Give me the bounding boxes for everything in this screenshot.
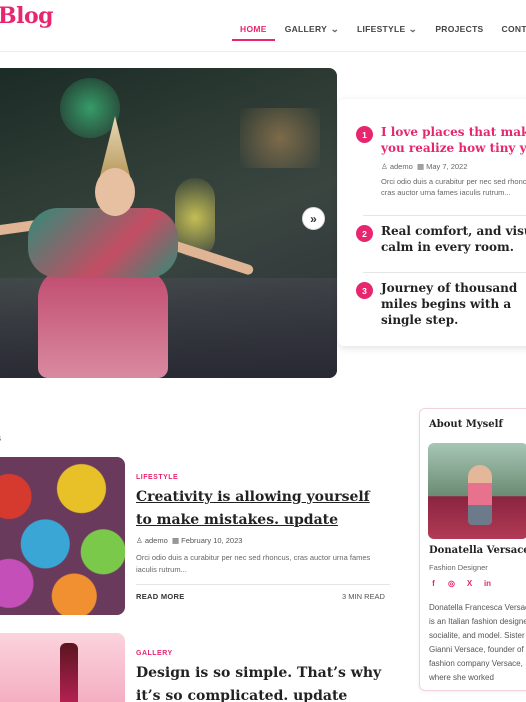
- slider-next-button[interactable]: »: [302, 207, 325, 230]
- site-header: Blog . HOME GALLERY⌄ LIFESTYLE⌄ PROJECTS…: [0, 0, 526, 52]
- instagram-icon[interactable]: ◎: [447, 579, 456, 588]
- user-icon: ♙: [381, 162, 388, 171]
- author-name: Donatella Versace: [429, 545, 526, 556]
- bokeh-light: [60, 78, 120, 138]
- calendar-icon: ▦: [416, 162, 425, 171]
- post-date: February 10, 2023: [181, 536, 243, 545]
- calendar-icon: ▦: [171, 536, 180, 545]
- post-thumbnail[interactable]: [0, 457, 125, 615]
- main-nav: HOME GALLERY⌄ LIFESTYLE⌄ PROJECTS CONTAC…: [232, 19, 526, 41]
- nav-label: PROJECTS: [435, 24, 484, 34]
- trending-excerpt: Orci odio duis a curabitur per nec sed r…: [381, 177, 526, 197]
- trending-posts-panel: 1 I love places that make you realize ho…: [338, 99, 526, 346]
- about-widget: About Myself Donatella Versace Fashion D…: [419, 408, 526, 691]
- nav-label: GALLERY: [284, 24, 328, 34]
- dancer-skirt: [38, 268, 168, 378]
- post-title[interactable]: Creativity is allowing yourself to make …: [136, 486, 386, 532]
- wine-bottle: [60, 643, 78, 702]
- author-role: Fashion Designer: [429, 563, 488, 572]
- trending-title[interactable]: Journey of thousand miles begins with a …: [381, 280, 526, 328]
- section-heading: ts: [0, 433, 1, 443]
- x-twitter-icon[interactable]: X: [465, 579, 474, 588]
- chevron-down-icon: ⌄: [408, 23, 419, 34]
- bokeh-light: [240, 108, 320, 168]
- user-icon: ♙: [136, 536, 143, 545]
- post-category[interactable]: GALLERY: [136, 650, 173, 657]
- nav-label: LIFESTYLE: [356, 24, 406, 34]
- nav-item-projects[interactable]: PROJECTS: [435, 19, 483, 39]
- post-thumbnail[interactable]: [0, 633, 125, 702]
- post-meta: ♙ ademo ▦ May 7, 2022: [381, 162, 467, 171]
- site-logo[interactable]: Blog: [0, 3, 54, 29]
- chevron-down-icon: ⌄: [330, 23, 340, 34]
- dancer-costume: [28, 208, 178, 278]
- facebook-icon[interactable]: f: [429, 579, 438, 588]
- dancer-face: [95, 168, 135, 216]
- nav-item-contact[interactable]: CONTACT: [502, 19, 526, 39]
- divider: [363, 272, 526, 273]
- read-time: 3 MIN READ: [342, 592, 385, 601]
- nav-label: HOME: [240, 24, 267, 34]
- author-bio: Donatella Francesca Versace is an Italia…: [429, 603, 526, 682]
- author-photo: [428, 443, 526, 539]
- divider: [363, 215, 526, 216]
- nav-item-lifestyle[interactable]: LIFESTYLE ⌄: [356, 19, 419, 39]
- read-more-link[interactable]: READ MORE: [136, 592, 185, 601]
- post-title[interactable]: Design is so simple. That’s why it’s so …: [136, 662, 386, 702]
- nav-item-gallery[interactable]: GALLERY ⌄: [284, 19, 340, 39]
- post-author[interactable]: ademo: [390, 162, 413, 171]
- trending-title[interactable]: Real comfort, and visual calm in every r…: [381, 223, 526, 255]
- trending-number: 2: [356, 225, 373, 242]
- nav-item-home[interactable]: HOME: [232, 19, 275, 41]
- trending-number: 1: [356, 126, 373, 143]
- post-excerpt: Orci odio duis a curabitur per nec sed r…: [136, 553, 371, 574]
- site-tagline: .: [0, 32, 1, 42]
- nav-label: CONTACT: [501, 24, 526, 34]
- post-category[interactable]: LIFESTYLE: [136, 474, 178, 481]
- widget-title: About Myself: [429, 419, 503, 430]
- author-figure: [468, 465, 492, 525]
- social-links: f ◎ X in: [429, 579, 492, 588]
- post-meta: ♙ ademo ▦ February 10, 2023: [136, 536, 242, 545]
- post-author[interactable]: ademo: [145, 536, 168, 545]
- hero-slider-image[interactable]: [0, 68, 337, 378]
- post-date: May 7, 2022: [426, 162, 468, 171]
- divider: [136, 584, 390, 585]
- trending-number: 3: [356, 282, 373, 299]
- double-chevron-right-icon: »: [310, 211, 317, 226]
- trending-title[interactable]: I love places that make you realize how …: [381, 124, 526, 156]
- linkedin-icon[interactable]: in: [483, 579, 492, 588]
